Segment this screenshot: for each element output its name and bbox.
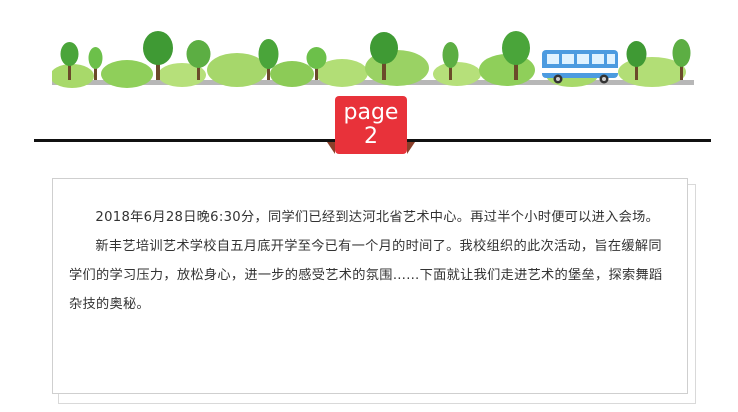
ribbon-fold-left — [327, 142, 335, 154]
article-card: 2018年6月28日晚6:30分，同学们已经到达河北省艺术中心。再过半个小时便可… — [52, 178, 688, 394]
page-tag-number: 2 — [364, 124, 378, 149]
header-banner — [52, 28, 694, 88]
page-tag: page 2 — [335, 96, 407, 154]
article-paragraph: 2018年6月28日晚6:30分，同学们已经到达河北省艺术中心。再过半个小时便可… — [95, 210, 660, 225]
ribbon-fold-right — [407, 142, 415, 154]
page-ribbon: page 2 — [327, 96, 415, 154]
banner-illustration — [52, 31, 694, 88]
article-paragraph: 新丰艺培训艺术学校自五月底开学至今已有一个月的时间了。我校组织的此次活动，旨在缓… — [69, 239, 663, 312]
page-tag-word: page — [343, 100, 399, 125]
